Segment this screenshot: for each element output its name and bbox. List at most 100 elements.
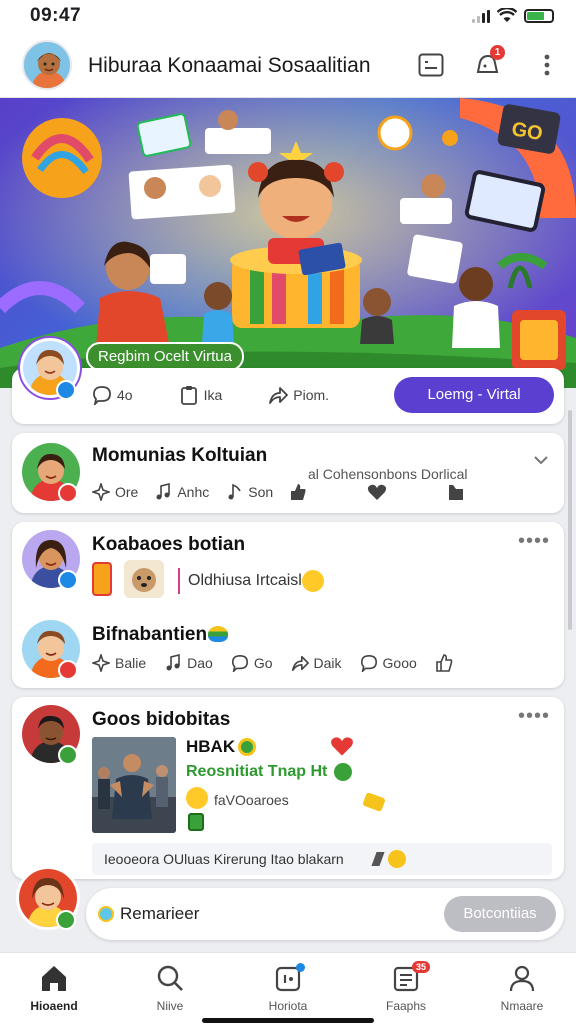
tab-messages[interactable]: 35 Faaphs bbox=[356, 961, 456, 1013]
document-icon bbox=[188, 813, 204, 831]
verified-badge bbox=[58, 570, 78, 590]
home-indicator bbox=[202, 1018, 374, 1023]
reply-action[interactable]: Gooo bbox=[360, 654, 417, 672]
featured-actions: 4o Ika Piom. bbox=[92, 385, 329, 405]
status-icons bbox=[472, 8, 554, 23]
clipboard-icon bbox=[180, 386, 197, 405]
chevron-down-icon[interactable] bbox=[534, 455, 548, 465]
music-label: Anhc bbox=[177, 484, 210, 500]
tab-search[interactable]: Niive bbox=[120, 963, 220, 1013]
tab-messages-label: Faaphs bbox=[385, 999, 427, 1013]
bookmark-icon[interactable] bbox=[447, 483, 465, 501]
battery-icon bbox=[524, 8, 554, 23]
save-action[interactable]: Ika bbox=[179, 385, 223, 405]
sparkle-icon bbox=[92, 483, 110, 501]
post-card-1[interactable]: Momunias Koltuian al Cohensonbons Dorlic… bbox=[12, 433, 564, 513]
react-action[interactable]: Balie bbox=[92, 654, 146, 672]
rainbow-emoji-icon bbox=[208, 626, 228, 642]
scrollbar[interactable] bbox=[568, 410, 572, 630]
comment-icon bbox=[360, 654, 377, 672]
verified-badge bbox=[56, 380, 76, 400]
tab-search-label: Niive bbox=[156, 999, 184, 1013]
tab-notifications[interactable]: Horiota bbox=[238, 963, 338, 1013]
comment-count: 4o bbox=[117, 387, 133, 403]
comment-icon bbox=[93, 386, 111, 405]
comment-action[interactable]: 4o bbox=[92, 385, 133, 405]
notification-badge: 1 bbox=[490, 45, 505, 60]
more-horizontal-icon[interactable]: •••• bbox=[518, 705, 550, 728]
post-3-caption: faVOoaroes bbox=[214, 792, 289, 808]
react-label: Ore bbox=[115, 484, 139, 500]
status-badge bbox=[58, 660, 78, 680]
post-1-title: Momunias Koltuian bbox=[92, 445, 268, 466]
hero-illustration: GO bbox=[0, 98, 576, 388]
heart-icon[interactable] bbox=[367, 483, 387, 501]
share-icon bbox=[291, 655, 309, 672]
music-action[interactable]: Dao bbox=[164, 654, 213, 672]
share-label: Daik bbox=[313, 655, 342, 671]
react-action[interactable]: Ore bbox=[92, 483, 138, 501]
people-photo bbox=[92, 737, 176, 833]
profile-avatar[interactable] bbox=[22, 40, 72, 90]
more-menu-button[interactable] bbox=[532, 50, 562, 80]
dog-icon bbox=[132, 568, 156, 592]
post-3-photo[interactable] bbox=[92, 737, 176, 833]
share-icon bbox=[269, 387, 289, 404]
calendar-button[interactable] bbox=[416, 50, 446, 80]
compose-label: Remarieer bbox=[120, 904, 200, 923]
post-2-subtitle-heading: Bifnabantien bbox=[92, 624, 208, 645]
sparkle-icon bbox=[92, 654, 110, 672]
post-3-title: Goos bidobitas bbox=[92, 709, 231, 730]
music-label: Dao bbox=[187, 655, 213, 671]
tab-home-label: Hioaend bbox=[30, 999, 78, 1013]
divider bbox=[178, 568, 180, 594]
post-3-headline: HBAK bbox=[186, 737, 236, 756]
app-header: Hiburaa Konaamai Sosaalitian 1 bbox=[0, 34, 576, 98]
tab-notifications-label: Horiota bbox=[268, 999, 308, 1013]
notification-button[interactable]: 1 bbox=[472, 45, 505, 80]
featured-card: 4o Ika Piom. Loemg - Virtal bbox=[12, 368, 564, 424]
post-card-3[interactable]: Goos bidobitas •••• HBAK Reosnitiat Tnap… bbox=[12, 697, 564, 879]
status-time: 09:47 bbox=[30, 5, 82, 26]
comment-action[interactable]: Go bbox=[231, 654, 273, 672]
home-icon bbox=[42, 966, 66, 991]
emoji-icon bbox=[186, 787, 208, 809]
compose-button[interactable]: Botcontiias bbox=[444, 896, 556, 932]
post-3-footer: Ieooeora OUluas Kirerung Itao blakarn bbox=[92, 843, 552, 875]
thumbs-up-icon[interactable] bbox=[435, 654, 453, 672]
hand-emoji-icon bbox=[362, 792, 386, 812]
media-thumb-1[interactable] bbox=[92, 562, 112, 596]
song-action[interactable]: Son bbox=[225, 483, 273, 501]
post-2-title: Koabaoes botian bbox=[92, 534, 246, 555]
notification-dot bbox=[296, 963, 305, 972]
share-action[interactable]: Daik bbox=[291, 654, 342, 672]
compose-bar[interactable]: Remarieer Botcontiias bbox=[86, 888, 564, 940]
status-bar: 09:47 bbox=[0, 0, 576, 34]
thumbs-up-icon[interactable] bbox=[289, 483, 307, 501]
music-action[interactable]: Anhc bbox=[154, 483, 209, 501]
media-thumb-2[interactable] bbox=[124, 560, 164, 598]
comment-label: Go bbox=[253, 655, 273, 671]
hero-caption: Regbim Ocelt Virtua bbox=[86, 342, 244, 371]
save-label: Ika bbox=[203, 387, 223, 403]
reply-label: Gooo bbox=[382, 655, 417, 671]
check-icon bbox=[334, 763, 352, 781]
search-icon bbox=[157, 965, 183, 991]
more-horizontal-icon[interactable]: •••• bbox=[518, 530, 550, 553]
comment-icon bbox=[231, 654, 248, 672]
share-action[interactable]: Piom. bbox=[268, 385, 329, 405]
post-2-subtitle: Oldhiusa Irtcaisl bbox=[188, 572, 302, 589]
hero-banner[interactable]: GO Regbim Ocelt Virtua bbox=[0, 98, 576, 388]
music-note-icon bbox=[166, 654, 180, 671]
music-note-icon bbox=[156, 483, 171, 500]
song-label: Son bbox=[248, 484, 274, 500]
featured-cta-button[interactable]: Loemg - Virtal bbox=[394, 377, 554, 413]
avatar-illustration bbox=[32, 53, 66, 88]
tab-home[interactable]: Hioaend bbox=[4, 963, 104, 1013]
post-1-actions: Ore Anhc Son bbox=[92, 483, 465, 501]
tab-profile[interactable]: Nmaare bbox=[472, 963, 572, 1013]
post-card-2[interactable]: Koabaoes botian •••• Oldhiusa Irtcaisl B… bbox=[12, 522, 564, 688]
post-3-footer-text: Ieooeora OUluas Kirerung Itao blakarn bbox=[104, 851, 344, 867]
messages-badge: 35 bbox=[412, 961, 431, 973]
heart-icon[interactable] bbox=[330, 735, 354, 757]
